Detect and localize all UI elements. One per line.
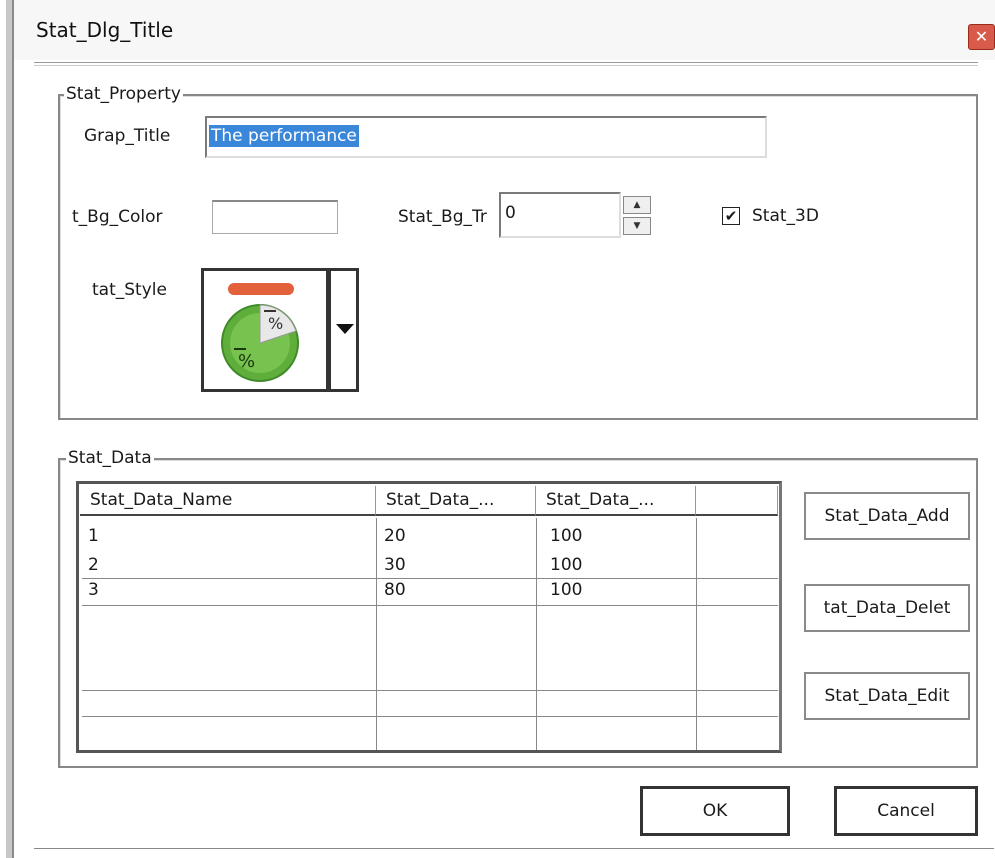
column-header-name[interactable]: Stat_Data_Name xyxy=(80,486,376,516)
graph-title-value: The performance xyxy=(209,125,359,147)
dialog-left-border xyxy=(6,0,14,858)
grid-line xyxy=(82,716,778,717)
table-cell: 100 xyxy=(550,555,583,575)
spin-down-button[interactable]: ▼ xyxy=(623,217,651,235)
table-cell: 100 xyxy=(550,526,583,546)
grid-line xyxy=(82,605,778,606)
close-button[interactable]: ✕ xyxy=(968,24,995,50)
data-list[interactable] xyxy=(76,481,782,753)
bg-color-picker[interactable] xyxy=(212,200,338,234)
bg-color-label: t_Bg_Color xyxy=(72,207,163,227)
stat-3d-label[interactable]: Stat_3D xyxy=(752,206,819,226)
table-cell: 30 xyxy=(384,555,406,575)
property-group-label: Stat_Property xyxy=(64,84,183,104)
grid-line xyxy=(82,690,778,691)
column-header-empty[interactable] xyxy=(696,486,778,516)
ok-button[interactable]: OK xyxy=(640,786,790,836)
chart-style-preview[interactable]: % % xyxy=(201,268,329,392)
chevron-down-icon xyxy=(336,324,354,334)
bg-transparency-value: 0 xyxy=(505,203,516,223)
svg-text:%: % xyxy=(238,351,255,372)
grid-line xyxy=(82,578,778,579)
data-group-label: Stat_Data xyxy=(66,448,154,468)
delete-data-button[interactable]: tat_Data_Delet xyxy=(804,584,970,632)
graph-title-label: Grap_Title xyxy=(84,126,171,146)
bg-transparency-label: Stat_Bg_Tr xyxy=(398,207,487,227)
table-cell: 1 xyxy=(88,526,99,546)
column-header-max[interactable]: Stat_Data_... xyxy=(536,486,696,516)
table-cell: 2 xyxy=(88,555,99,575)
table-cell: 100 xyxy=(550,580,583,600)
add-data-button[interactable]: Stat_Data_Add xyxy=(804,492,970,540)
table-cell: 80 xyxy=(384,580,406,600)
pie-chart-percent-icon: % % xyxy=(221,283,299,382)
table-row[interactable]: 1 20 100 xyxy=(82,526,778,546)
svg-text:%: % xyxy=(268,314,283,333)
table-cell: 20 xyxy=(384,526,406,546)
cancel-button[interactable]: Cancel xyxy=(834,786,978,836)
divider xyxy=(34,62,978,66)
bg-transparency-input[interactable] xyxy=(499,192,621,238)
divider xyxy=(34,848,994,851)
stat-3d-checkbox[interactable]: ✔ xyxy=(722,207,740,225)
spin-up-button[interactable]: ▲ xyxy=(623,196,651,214)
table-row[interactable]: 3 80 100 xyxy=(82,580,778,600)
edit-data-button[interactable]: Stat_Data_Edit xyxy=(804,672,970,720)
style-label: tat_Style xyxy=(92,280,167,300)
dialog-title: Stat_Dlg_Title xyxy=(36,18,174,42)
table-cell: 3 xyxy=(88,580,99,600)
table-row[interactable]: 2 30 100 xyxy=(82,555,778,575)
column-header-value[interactable]: Stat_Data_... xyxy=(376,486,536,516)
